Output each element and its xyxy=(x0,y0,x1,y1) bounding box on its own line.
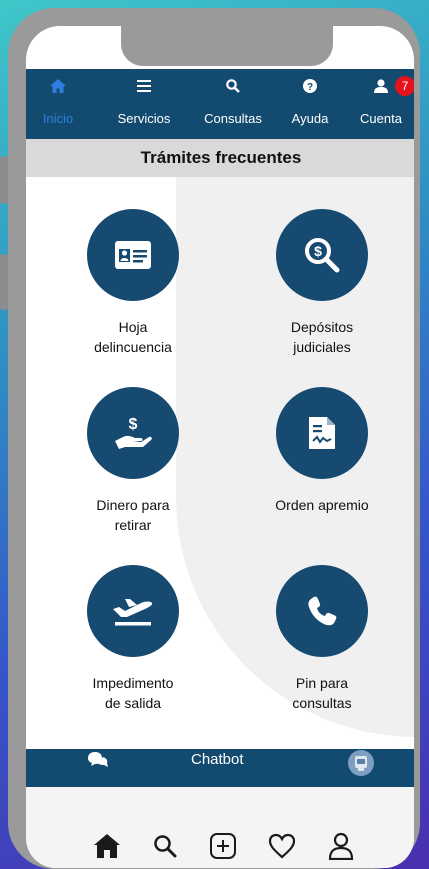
bottom-navigation xyxy=(26,787,414,868)
tile-label-line1: Orden apremio xyxy=(275,497,369,513)
svg-text:$: $ xyxy=(314,243,322,259)
svg-text:$: $ xyxy=(129,416,138,433)
nav-label-cuenta: Cuenta xyxy=(360,111,402,126)
tile-label-line2: de salida xyxy=(104,695,162,711)
nav-item-inicio[interactable]: Inicio xyxy=(26,69,90,139)
heart-icon[interactable] xyxy=(267,831,297,861)
tile-dinero-para-retirar[interactable]: $ Dinero para retirar xyxy=(48,387,218,535)
tile-label-line1: Pin para xyxy=(295,675,349,691)
airplane-icon xyxy=(87,565,179,657)
tile-impedimento-de-salida[interactable]: Impedimento de salida xyxy=(48,565,218,713)
nav-item-cuenta[interactable]: 7 Cuenta xyxy=(348,69,414,139)
help-icon: ? xyxy=(278,77,342,95)
tile-pin-para-consultas[interactable]: Pin para consultas xyxy=(237,565,407,713)
nav-item-servicios[interactable]: Servicios xyxy=(106,69,182,139)
chat-bubbles-icon xyxy=(88,752,108,773)
id-card-icon xyxy=(87,209,179,301)
tile-label-line1: Hoja xyxy=(118,319,148,335)
nav-item-ayuda[interactable]: ? Ayuda xyxy=(278,69,342,139)
volume-up-button xyxy=(0,156,8,204)
tile-label-line2: retirar xyxy=(114,517,152,533)
tile-label-line1: Dinero para xyxy=(96,497,170,513)
search-icon[interactable] xyxy=(150,831,180,861)
menu-icon xyxy=(106,77,182,95)
section-title: Trámites frecuentes xyxy=(26,139,414,177)
document-icon xyxy=(276,387,368,479)
home-icon xyxy=(26,77,90,95)
nav-item-consultas[interactable]: Consultas xyxy=(192,69,274,139)
top-navigation: Inicio Servicios Consultas ? Ayuda 7 Cue… xyxy=(26,69,414,139)
notch xyxy=(121,26,333,66)
money-search-icon: $ xyxy=(276,209,368,301)
phone-icon xyxy=(276,565,368,657)
tile-orden-apremio[interactable]: Orden apremio xyxy=(237,387,407,515)
tile-label-line1: Impedimento xyxy=(92,675,174,691)
chatbot-bar[interactable]: Chatbot xyxy=(26,749,414,787)
home-icon[interactable] xyxy=(92,831,122,861)
search-icon xyxy=(192,77,274,95)
screen: Inicio Servicios Consultas ? Ayuda 7 Cue… xyxy=(26,26,414,868)
notification-badge: 7 xyxy=(395,76,414,96)
nav-label-servicios: Servicios xyxy=(117,111,171,126)
hand-money-icon: $ xyxy=(87,387,179,479)
profile-icon[interactable] xyxy=(326,831,356,861)
nav-label-consultas: Consultas xyxy=(204,111,262,126)
nav-label-inicio: Inicio xyxy=(42,111,74,126)
chatbot-avatar-icon[interactable] xyxy=(348,750,374,776)
tile-label-line2: delincuencia xyxy=(94,339,172,355)
tile-depositos-judiciales[interactable]: $ Depósitos judiciales xyxy=(237,209,407,357)
tiles-grid: Hoja delincuencia $ Depósitos judiciales… xyxy=(26,177,414,749)
tile-label-line2: consultas xyxy=(292,695,352,711)
svg-text:?: ? xyxy=(307,82,313,93)
add-icon[interactable] xyxy=(208,831,238,861)
phone-frame: Inicio Servicios Consultas ? Ayuda 7 Cue… xyxy=(0,8,420,869)
tile-label-line1: Depósitos xyxy=(290,319,354,335)
chatbot-label: Chatbot xyxy=(191,751,244,768)
tile-hoja-delincuencia[interactable]: Hoja delincuencia xyxy=(48,209,218,357)
volume-down-button xyxy=(0,254,8,310)
nav-label-ayuda: Ayuda xyxy=(291,111,329,126)
tile-label-line2: judiciales xyxy=(293,339,351,355)
